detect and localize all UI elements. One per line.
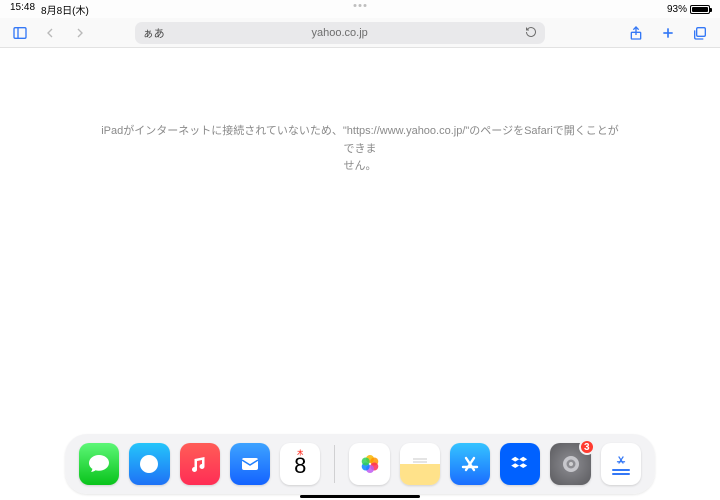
mail-app[interactable] (230, 443, 270, 485)
error-line2: せん。 (344, 160, 377, 172)
appstore-app[interactable] (450, 443, 490, 485)
music-app[interactable] (180, 443, 220, 485)
dock: 木 8 3 (65, 434, 655, 494)
new-tab-button[interactable] (656, 21, 680, 45)
battery-icon (690, 5, 710, 14)
settings-badge: 3 (579, 439, 595, 455)
sidebar-button[interactable] (8, 21, 32, 45)
share-button[interactable] (624, 21, 648, 45)
settings-app[interactable]: 3 (550, 443, 590, 485)
calendar-weekday: 木 (297, 448, 303, 457)
battery-percentage: 93% (667, 4, 687, 15)
status-bar: 15:48 8月8日(木) 93% (0, 0, 720, 18)
dock-separator (334, 445, 335, 483)
photos-app[interactable] (349, 443, 389, 485)
messages-app[interactable] (79, 443, 119, 485)
page-content: iPadがインターネットに接続されていないため、"https://www.yah… (0, 48, 720, 500)
text-size-button[interactable]: ぁあ (143, 25, 165, 41)
calendar-app[interactable]: 木 8 (280, 443, 320, 485)
recent-app[interactable] (601, 443, 641, 485)
multitask-dots-icon[interactable] (354, 4, 367, 7)
url-text: yahoo.co.jp (312, 27, 368, 39)
dropbox-app[interactable] (500, 443, 540, 485)
back-button[interactable] (38, 21, 62, 45)
safari-app[interactable] (129, 443, 169, 485)
error-message: iPadがインターネットに接続されていないため、"https://www.yah… (100, 123, 620, 176)
notes-app[interactable] (400, 443, 440, 485)
status-time: 15:48 (10, 2, 35, 17)
home-indicator[interactable] (300, 495, 420, 498)
error-line1: iPadがインターネットに接続されていないため、"https://www.yah… (101, 125, 619, 155)
reload-button[interactable] (525, 26, 537, 41)
tabs-button[interactable] (688, 21, 712, 45)
forward-button[interactable] (68, 21, 92, 45)
safari-toolbar: ぁあ yahoo.co.jp (0, 18, 720, 48)
status-date: 8月8日(木) (41, 2, 89, 17)
url-bar[interactable]: ぁあ yahoo.co.jp (135, 22, 545, 44)
